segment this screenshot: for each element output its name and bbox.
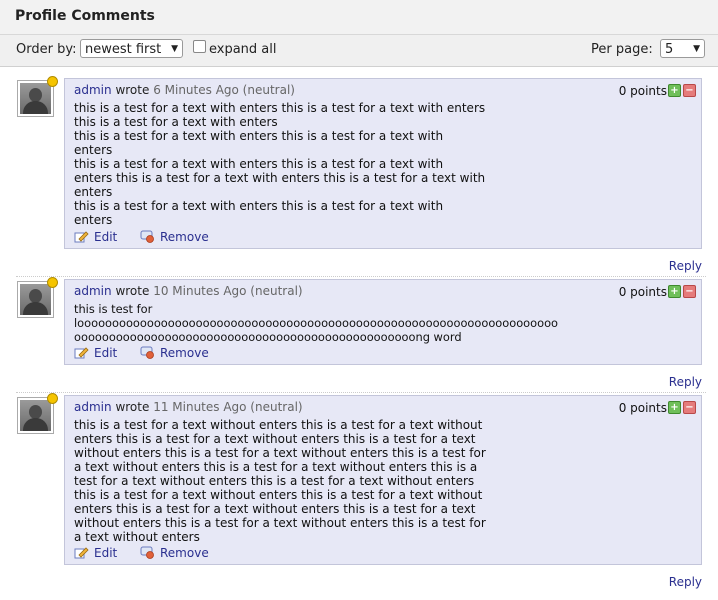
order-by-label: Order by:	[16, 42, 77, 57]
comment-bubble: admin wrote 6 Minutes Ago (neutral) 0 po…	[64, 78, 702, 249]
comment-text: this is test for loooooooooooooooooooooo…	[74, 302, 559, 344]
vote-down-icon[interactable]: −	[683, 401, 696, 414]
edit-button[interactable]: Edit	[74, 546, 117, 560]
per-page-label: Per page:	[591, 42, 653, 57]
comment-author[interactable]: admin	[74, 83, 112, 97]
remove-button[interactable]: Remove	[140, 546, 209, 560]
edit-button[interactable]: Edit	[74, 230, 117, 244]
order-by-value: newest first	[85, 42, 162, 57]
reply-link[interactable]: Reply	[669, 259, 702, 273]
remove-comment-icon	[140, 230, 154, 243]
vote-up-icon[interactable]: +	[668, 285, 681, 298]
remove-comment-icon	[140, 346, 154, 359]
per-page-value: 5	[665, 42, 674, 57]
comment-time: 10 Minutes Ago (neutral)	[153, 284, 303, 298]
comment-text: this is a test for a text with enters th…	[74, 101, 486, 227]
neutral-status-icon	[47, 277, 58, 288]
edit-button[interactable]: Edit	[74, 346, 117, 360]
comment-points: 0 points	[618, 401, 667, 415]
comment-divider	[16, 276, 706, 277]
comment-points: 0 points	[618, 84, 667, 98]
comment-meta: admin wrote 11 Minutes Ago (neutral)	[74, 400, 303, 414]
vote-up-icon[interactable]: +	[668, 401, 681, 414]
edit-pencil-icon	[74, 347, 89, 359]
per-page-select[interactable]: 5 ▼	[660, 39, 705, 58]
comment-author[interactable]: admin	[74, 400, 112, 414]
comment-time: 6 Minutes Ago (neutral)	[153, 83, 295, 97]
comment-meta: admin wrote 10 Minutes Ago (neutral)	[74, 284, 303, 298]
neutral-status-icon	[47, 76, 58, 87]
comment-bubble: admin wrote 11 Minutes Ago (neutral) 0 p…	[64, 395, 702, 565]
edit-pencil-icon	[74, 231, 89, 243]
vote-down-icon[interactable]: −	[683, 285, 696, 298]
comments-toolbar: Order by: newest first ▼ expand all Per …	[0, 35, 718, 67]
vote-up-icon[interactable]: +	[668, 84, 681, 97]
comment-time: 11 Minutes Ago (neutral)	[153, 400, 303, 414]
comment-author[interactable]: admin	[74, 284, 112, 298]
remove-button[interactable]: Remove	[140, 230, 209, 244]
dropdown-arrow-icon: ▼	[171, 44, 178, 54]
order-by-select[interactable]: newest first ▼	[80, 39, 183, 58]
avatar[interactable]	[17, 76, 58, 117]
edit-pencil-icon	[74, 547, 89, 559]
comment-text: this is a test for a text without enters…	[74, 418, 486, 544]
comment-meta: admin wrote 6 Minutes Ago (neutral)	[74, 83, 295, 97]
neutral-status-icon	[47, 393, 58, 404]
remove-comment-icon	[140, 546, 154, 559]
vote-down-icon[interactable]: −	[683, 84, 696, 97]
title-bar: Profile Comments	[0, 0, 718, 35]
page-title: Profile Comments	[15, 8, 155, 24]
expand-all-label[interactable]: expand all	[209, 42, 277, 57]
comment-points: 0 points	[618, 285, 667, 299]
avatar[interactable]	[17, 393, 58, 434]
remove-button[interactable]: Remove	[140, 346, 209, 360]
comment-bubble: admin wrote 10 Minutes Ago (neutral) 0 p…	[64, 279, 702, 365]
reply-link[interactable]: Reply	[669, 375, 702, 389]
expand-all-checkbox[interactable]	[193, 40, 206, 53]
avatar[interactable]	[17, 277, 58, 318]
reply-link[interactable]: Reply	[669, 575, 702, 589]
comment-divider	[16, 392, 706, 393]
dropdown-arrow-icon: ▼	[693, 44, 700, 54]
